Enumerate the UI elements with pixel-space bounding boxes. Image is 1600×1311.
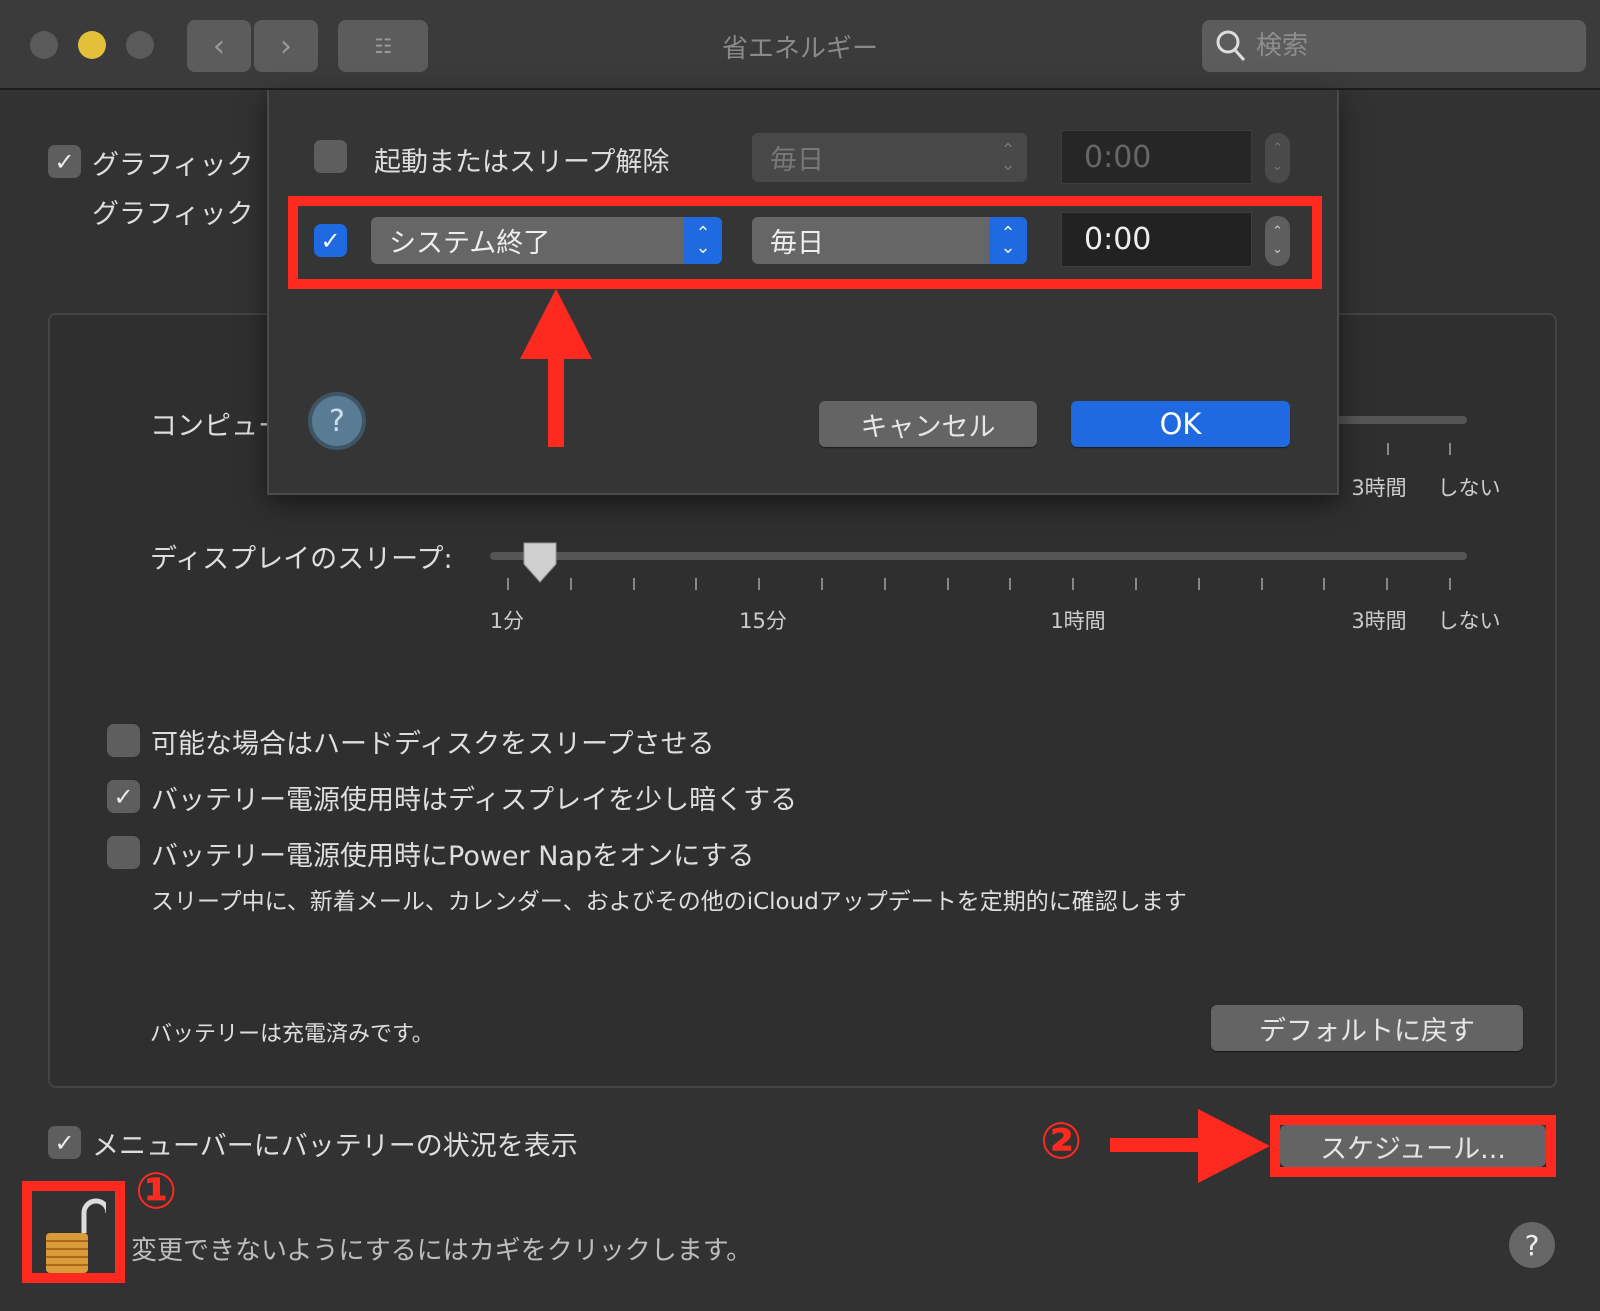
- graphics-switch-checkbox[interactable]: ✓: [48, 145, 81, 178]
- tick-label: 15分: [739, 609, 787, 633]
- startup-frequency-value: 毎日: [770, 145, 824, 176]
- annotation-step-1: ①: [135, 1162, 178, 1220]
- help-button[interactable]: ?: [1509, 1222, 1555, 1268]
- graphics-switch-label: グラフィック: [92, 150, 254, 181]
- power-nap-checkbox[interactable]: [107, 836, 140, 869]
- slider-tick: [632, 578, 635, 590]
- display-sleep-slider[interactable]: [490, 552, 1467, 560]
- slider-tick: [1009, 578, 1012, 590]
- annotation-highlight-box: [22, 1181, 125, 1283]
- annotation-step-2: ②: [1040, 1112, 1083, 1170]
- search-input[interactable]: [1256, 31, 1556, 61]
- slider-tick: [1260, 578, 1263, 590]
- slider-tick: [1072, 578, 1075, 590]
- startup-frequency-popup[interactable]: 毎日 ⌃ ⌄: [752, 133, 1027, 182]
- slider-tick: [1135, 578, 1137, 590]
- lock-hint-text: 変更できないようにするにはカギをクリックします。: [131, 1236, 753, 1266]
- updown-chevron-icon: ⌃ ⌄: [1000, 139, 1016, 175]
- power-nap-label: バッテリー電源使用時にPower Napをオンにする: [151, 841, 755, 872]
- slider-tick: [1197, 578, 1200, 590]
- slider-tick: [883, 578, 886, 590]
- search-field[interactable]: [1202, 20, 1586, 72]
- slider-tick: [507, 578, 509, 590]
- slider-tick: [1386, 578, 1389, 590]
- tick-label: 1時間: [1050, 609, 1106, 633]
- startup-wake-checkbox[interactable]: [314, 140, 347, 173]
- slider-tick: [946, 578, 949, 590]
- menu-bar-battery-checkbox[interactable]: ✓: [48, 1126, 81, 1159]
- battery-status: バッテリーは充電済みです。: [150, 1022, 434, 1047]
- hard-disk-sleep-label: 可能な場合はハードディスクをスリープさせる: [151, 729, 715, 760]
- tick-label: 3時間: [1351, 609, 1407, 633]
- slider-tick: [1387, 443, 1389, 455]
- annotation-highlight-box: [1270, 1115, 1556, 1177]
- annotation-highlight-box: [288, 196, 1322, 289]
- tick-label: 3時間: [1351, 476, 1407, 500]
- annotation-arrow-up-icon: [520, 289, 592, 447]
- slider-tick: [1323, 578, 1326, 590]
- dim-display-checkbox[interactable]: ✓: [107, 780, 140, 813]
- menu-bar-battery-label: メニューバーにバッテリーの状況を表示: [92, 1131, 578, 1162]
- restore-defaults-button[interactable]: デフォルトに戻す: [1211, 1005, 1523, 1051]
- hard-disk-sleep-checkbox[interactable]: [107, 724, 140, 757]
- graphics-sub-label: グラフィック: [92, 199, 254, 230]
- search-icon: [1216, 30, 1246, 62]
- dim-display-label: バッテリー電源使用時はディスプレイを少し暗くする: [151, 785, 798, 816]
- slider-tick: [1449, 578, 1451, 590]
- cancel-button[interactable]: キャンセル: [819, 401, 1037, 447]
- dialog-help-button[interactable]: ?: [308, 392, 366, 450]
- tick-label: しない: [1437, 609, 1501, 633]
- slider-tick: [1449, 443, 1451, 455]
- slider-tick: [569, 578, 572, 590]
- startup-time-stepper[interactable]: ⌃ ⌄: [1265, 133, 1290, 183]
- slider-tick: [758, 578, 761, 590]
- ok-button[interactable]: OK: [1071, 401, 1290, 447]
- annotation-arrow-right-icon: [1198, 1109, 1270, 1183]
- power-nap-description: スリープ中に、新着メール、カレンダー、およびその他のiCloudアップデートを定…: [151, 889, 1187, 915]
- tick-label: しない: [1437, 476, 1501, 500]
- startup-wake-label: 起動またはスリープ解除: [374, 147, 670, 178]
- slider-tick: [821, 578, 823, 590]
- startup-time-field[interactable]: 0:00: [1061, 130, 1252, 184]
- slider-thumb[interactable]: [521, 540, 559, 584]
- tick-label: 1分: [489, 609, 525, 633]
- annotation-arrow-shaft: [1110, 1138, 1205, 1152]
- display-sleep-label: ディスプレイのスリープ:: [150, 544, 453, 575]
- slider-tick: [695, 578, 698, 590]
